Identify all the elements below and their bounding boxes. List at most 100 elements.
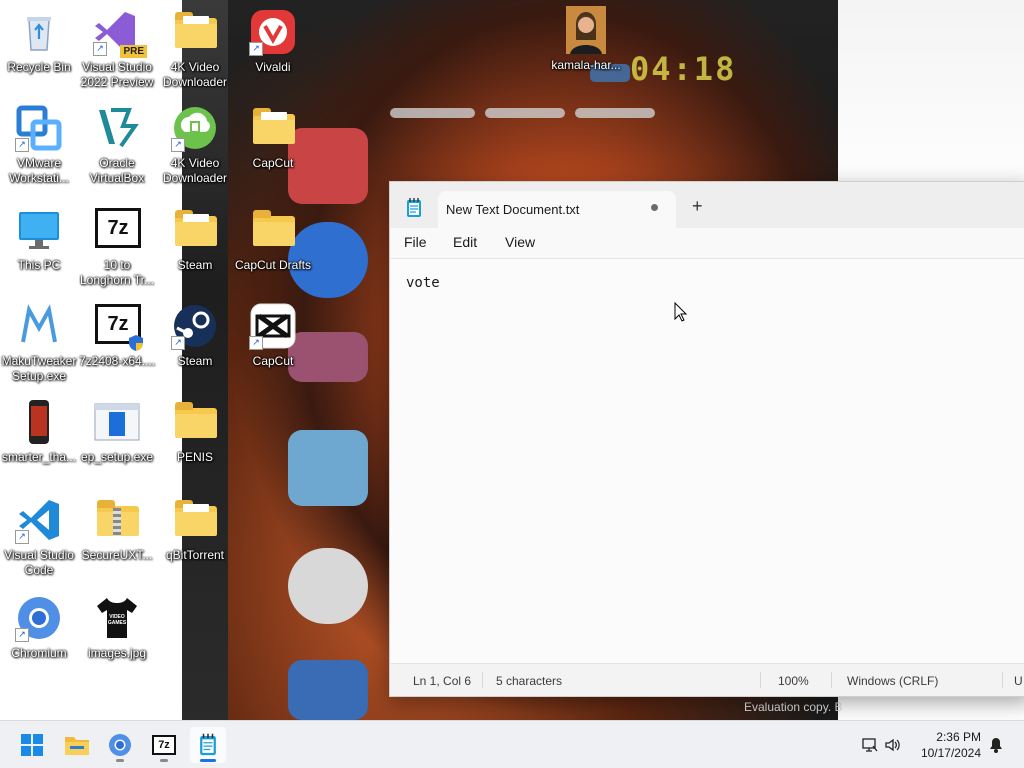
visual-studio-icon: PRE ↗ bbox=[93, 8, 147, 58]
wallpaper-app-tile bbox=[288, 548, 368, 624]
notepad-window[interactable]: New Text Document.txt + File Edit View v… bbox=[389, 181, 1024, 697]
windows-logo-icon bbox=[21, 734, 43, 756]
vscode-icon: ↗ bbox=[15, 496, 63, 544]
folder-icon bbox=[171, 8, 219, 56]
clock-date: 10/17/2024 bbox=[920, 746, 981, 760]
system-clock[interactable]: 2:36 PM 10/17/2024 bbox=[921, 729, 981, 761]
mouse-pointer-icon bbox=[674, 302, 688, 322]
folder-icon bbox=[249, 104, 297, 152]
desktop-icon-chromium[interactable]: ↗ Chromium bbox=[0, 594, 78, 661]
desktop-icon-recycle-bin[interactable]: Recycle Bin bbox=[0, 8, 78, 75]
wallpaper-app-tile bbox=[288, 660, 368, 720]
menu-file[interactable]: File bbox=[404, 234, 427, 250]
menu-bar: File Edit View bbox=[390, 228, 1024, 258]
desktop-icon-capcut-drafts[interactable]: CapCut Drafts bbox=[234, 206, 312, 273]
notification-bell-icon[interactable] bbox=[989, 737, 1003, 753]
desktop-icon-ep-setup[interactable]: ep_setup.exe bbox=[78, 398, 156, 465]
document-text: vote bbox=[406, 275, 440, 291]
volume-icon[interactable] bbox=[884, 737, 902, 753]
desktop-icon-7z2408[interactable]: 7z 7z2408-x64.... bbox=[78, 302, 156, 369]
status-zoom[interactable]: 100% bbox=[778, 674, 809, 688]
new-tab-button[interactable]: + bbox=[692, 197, 703, 215]
monitor-icon bbox=[15, 206, 63, 254]
desktop-icon-smarter-tha[interactable]: smarter_tha... bbox=[0, 398, 78, 465]
text-editor-area[interactable]: vote bbox=[390, 258, 1024, 664]
status-encoding[interactable]: U bbox=[1014, 674, 1023, 688]
chromium-icon: ↗ bbox=[15, 594, 63, 642]
notepad-app-icon bbox=[407, 198, 421, 217]
desktop-icon-label: 4K Video Downloader bbox=[162, 156, 228, 185]
desktop-icon-4k-video-downloader-app[interactable]: ↗ 4K Video Downloader bbox=[156, 104, 234, 186]
desktop-icon-capcut[interactable]: ↗ CapCut bbox=[234, 302, 312, 369]
taskbar: 7z 2:36 PM 10/17/2024 bbox=[0, 720, 1024, 768]
desktop-icon-images-jpg[interactable]: VIDEO GAMES images.jpg bbox=[78, 594, 156, 661]
desktop-icon-label: 10 to Longhorn Tr... bbox=[79, 258, 155, 287]
7zip-installer-icon: 7z bbox=[93, 302, 143, 351]
chromium-icon bbox=[109, 734, 131, 756]
desktop-icon-4k-video-downloader[interactable]: 4K Video Downloader bbox=[156, 8, 234, 90]
shortcut-arrow-icon: ↗ bbox=[15, 530, 29, 544]
shortcut-arrow-icon: ↗ bbox=[249, 42, 263, 56]
desktop-icon-kamala-image[interactable]: kamala-har... bbox=[546, 6, 626, 73]
desktop-icon-label: ep_setup.exe bbox=[80, 450, 154, 464]
folder-icon bbox=[171, 206, 219, 254]
vivaldi-icon: ↗ bbox=[249, 8, 297, 56]
shortcut-arrow-icon: ↗ bbox=[15, 628, 29, 642]
desktop-icon-vscode[interactable]: ↗ Visual Studio Code bbox=[0, 496, 78, 578]
start-button[interactable] bbox=[14, 727, 50, 763]
wallpaper-clock: 04:18 bbox=[630, 50, 737, 88]
desktop-icon-vivaldi[interactable]: ↗ Vivaldi bbox=[234, 8, 312, 75]
desktop-icon-label: Vivaldi bbox=[255, 60, 291, 74]
desktop-icon-vmware[interactable]: ↗ VMware Workstati... bbox=[0, 104, 78, 186]
taskbar-file-explorer[interactable] bbox=[59, 727, 95, 763]
desktop-icon-label: qBitTorrent bbox=[165, 548, 225, 562]
desktop-icon-label: CapCut bbox=[252, 156, 294, 170]
desktop-icon-label: Steam bbox=[177, 258, 213, 272]
desktop-icon-10-to-longhorn[interactable]: 7z 10 to Longhorn Tr... bbox=[78, 206, 156, 288]
menu-edit[interactable]: Edit bbox=[453, 234, 477, 250]
wallpaper-bar bbox=[390, 108, 475, 118]
desktop-icon-virtualbox[interactable]: Oracle VirtualBox bbox=[78, 104, 156, 186]
shortcut-arrow-icon: ↗ bbox=[93, 42, 107, 56]
taskbar-chromium[interactable] bbox=[102, 727, 138, 763]
desktop-icon-makutweaker[interactable]: MakuTweaker Setup.exe bbox=[0, 302, 78, 384]
portrait-image-icon bbox=[562, 6, 610, 54]
desktop-icon-qbittorrent-folder[interactable]: qBitTorrent bbox=[156, 496, 234, 563]
taskbar-notepad[interactable] bbox=[190, 727, 226, 763]
4k-downloader-icon: ↗ bbox=[171, 104, 219, 152]
uac-shield-icon bbox=[129, 335, 143, 351]
status-separator bbox=[831, 672, 832, 688]
status-separator bbox=[1002, 672, 1003, 688]
status-separator bbox=[482, 672, 483, 688]
status-bar: Ln 1, Col 6 5 characters 100% Windows (C… bbox=[390, 663, 1024, 696]
desktop-icon-steam[interactable]: ↗ Steam bbox=[156, 302, 234, 369]
virtualbox-icon bbox=[93, 104, 141, 152]
desktop-icon-penis-folder[interactable]: PENIS bbox=[156, 398, 234, 465]
desktop-icon-capcut-folder[interactable]: CapCut bbox=[234, 104, 312, 171]
menu-view[interactable]: View bbox=[505, 234, 535, 250]
wallpaper-app-tile bbox=[288, 430, 368, 506]
unsaved-dot-icon[interactable] bbox=[651, 204, 658, 211]
status-line-ending[interactable]: Windows (CRLF) bbox=[847, 674, 938, 688]
notepad-titlebar[interactable]: New Text Document.txt + bbox=[390, 182, 1024, 228]
desktop-icon-this-pc[interactable]: This PC bbox=[0, 206, 78, 273]
desktop-icon-label: Oracle VirtualBox bbox=[89, 156, 145, 185]
tab-new-text-document[interactable]: New Text Document.txt bbox=[438, 191, 676, 228]
folder-icon bbox=[249, 206, 297, 254]
desktop-icon-secureuxt[interactable]: SecureUXT... bbox=[78, 496, 156, 563]
status-character-count: 5 characters bbox=[496, 674, 563, 688]
tshirt-image-icon: VIDEO GAMES bbox=[93, 594, 141, 642]
installer-window-icon bbox=[93, 398, 141, 446]
desktop-icon-visual-studio-2022[interactable]: PRE ↗ Visual Studio 2022 Preview bbox=[78, 8, 156, 90]
network-icon[interactable] bbox=[862, 737, 878, 753]
makutweaker-icon bbox=[15, 302, 63, 350]
taskbar-7zip[interactable]: 7z bbox=[146, 727, 182, 763]
desktop-icon-label: images.jpg bbox=[87, 646, 147, 660]
desktop-icon-label: 4K Video Downloader bbox=[162, 60, 228, 89]
desktop-icon-steam-folder[interactable]: Steam bbox=[156, 206, 234, 273]
desktop-icon-label: Visual Studio Code bbox=[4, 548, 74, 577]
status-cursor-position: Ln 1, Col 6 bbox=[413, 674, 472, 688]
phone-image-icon bbox=[15, 398, 63, 446]
zip-folder-icon bbox=[93, 496, 141, 544]
folder-icon bbox=[171, 398, 219, 446]
